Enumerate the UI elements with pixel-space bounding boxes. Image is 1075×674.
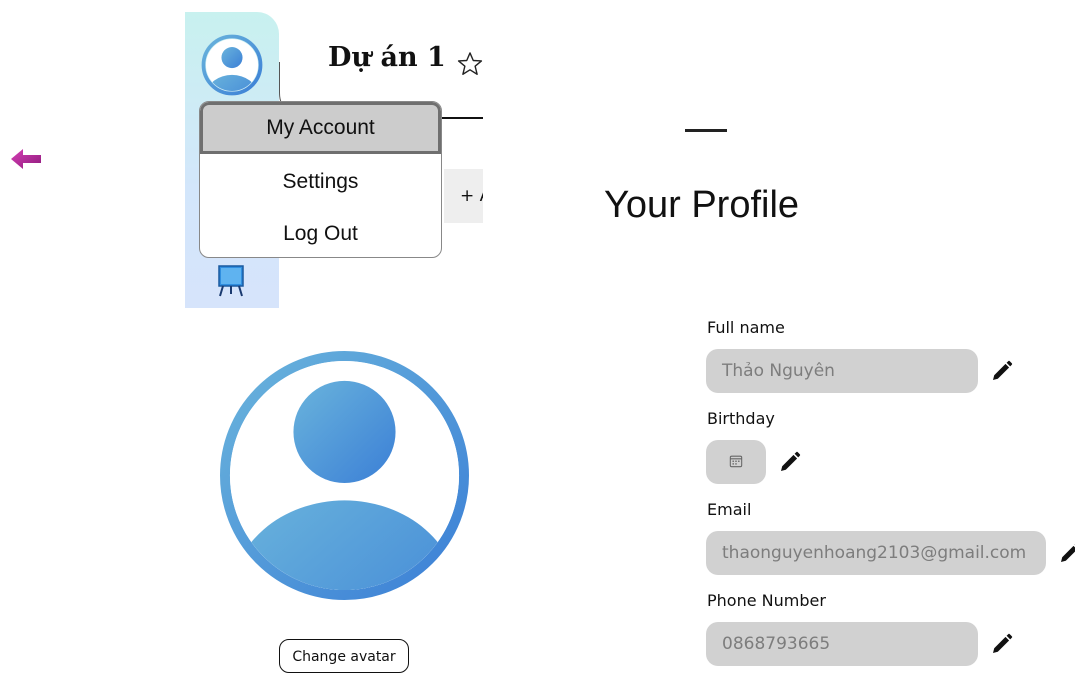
star-icon[interactable]	[456, 50, 484, 78]
edit-birthday-pencil-icon[interactable]	[778, 450, 802, 474]
board-icon[interactable]	[216, 264, 246, 298]
menu-item-settings[interactable]: Settings	[200, 160, 441, 204]
birthday-label: Birthday	[707, 409, 775, 428]
profile-avatar-icon	[220, 351, 469, 600]
user-avatar-icon[interactable]	[201, 34, 263, 96]
account-dropdown-menu: My Account Settings Log Out	[199, 101, 442, 258]
back-arrow-icon[interactable]	[10, 147, 42, 171]
full-name-field[interactable]: Thảo Nguyên	[706, 349, 978, 393]
email-label: Email	[707, 500, 752, 519]
project-title: Dự án 1	[328, 42, 446, 73]
edit-email-pencil-icon[interactable]	[1058, 541, 1075, 565]
full-name-label: Full name	[707, 318, 785, 337]
menu-item-log-out[interactable]: Log Out	[200, 212, 441, 256]
phone-number-field[interactable]: 0868793665	[706, 622, 978, 666]
birthday-field[interactable]	[706, 440, 766, 484]
add-button[interactable]: + A	[444, 169, 483, 223]
edit-phone-pencil-icon[interactable]	[990, 632, 1014, 656]
calendar-icon[interactable]	[729, 454, 743, 468]
divider-dash	[685, 129, 727, 132]
menu-item-my-account[interactable]: My Account	[200, 102, 441, 154]
change-avatar-button[interactable]: Change avatar	[279, 639, 409, 673]
phone-number-label: Phone Number	[707, 591, 826, 610]
page-title: Your Profile	[604, 184, 800, 226]
email-field[interactable]: thaonguyenhoang2103@gmail.com	[706, 531, 1046, 575]
edit-full-name-pencil-icon[interactable]	[990, 359, 1014, 383]
